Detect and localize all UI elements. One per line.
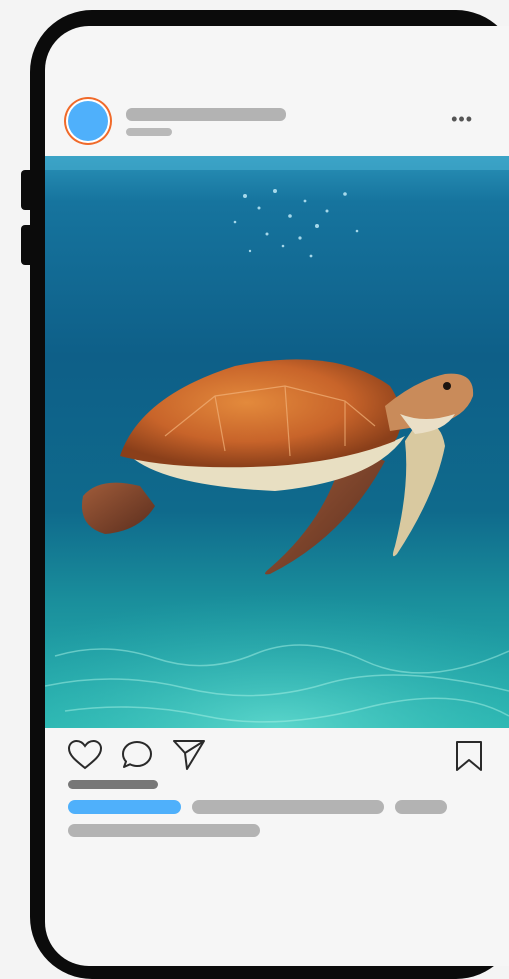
heart-icon[interactable]: [67, 739, 103, 771]
comments-placeholder[interactable]: [68, 824, 260, 837]
sea-turtle-image: [45, 156, 509, 728]
phone-side-button-upper: [21, 170, 33, 210]
comment-icon[interactable]: [121, 740, 153, 770]
more-icon[interactable]: •••: [451, 110, 473, 128]
phone-side-button-lower: [21, 225, 33, 265]
post-image[interactable]: [45, 156, 509, 728]
share-icon[interactable]: [171, 738, 207, 772]
username-placeholder[interactable]: [126, 108, 286, 121]
caption-username-placeholder[interactable]: [68, 800, 181, 814]
caption-text-placeholder: [192, 800, 384, 814]
avatar[interactable]: [68, 101, 108, 141]
likes-placeholder: [68, 780, 158, 789]
post-actions: [45, 728, 509, 788]
caption-text-placeholder-2: [395, 800, 447, 814]
location-placeholder: [126, 128, 172, 136]
phone-screen: •••: [45, 26, 509, 966]
post-header: •••: [45, 26, 509, 156]
bookmark-icon[interactable]: [455, 740, 483, 772]
